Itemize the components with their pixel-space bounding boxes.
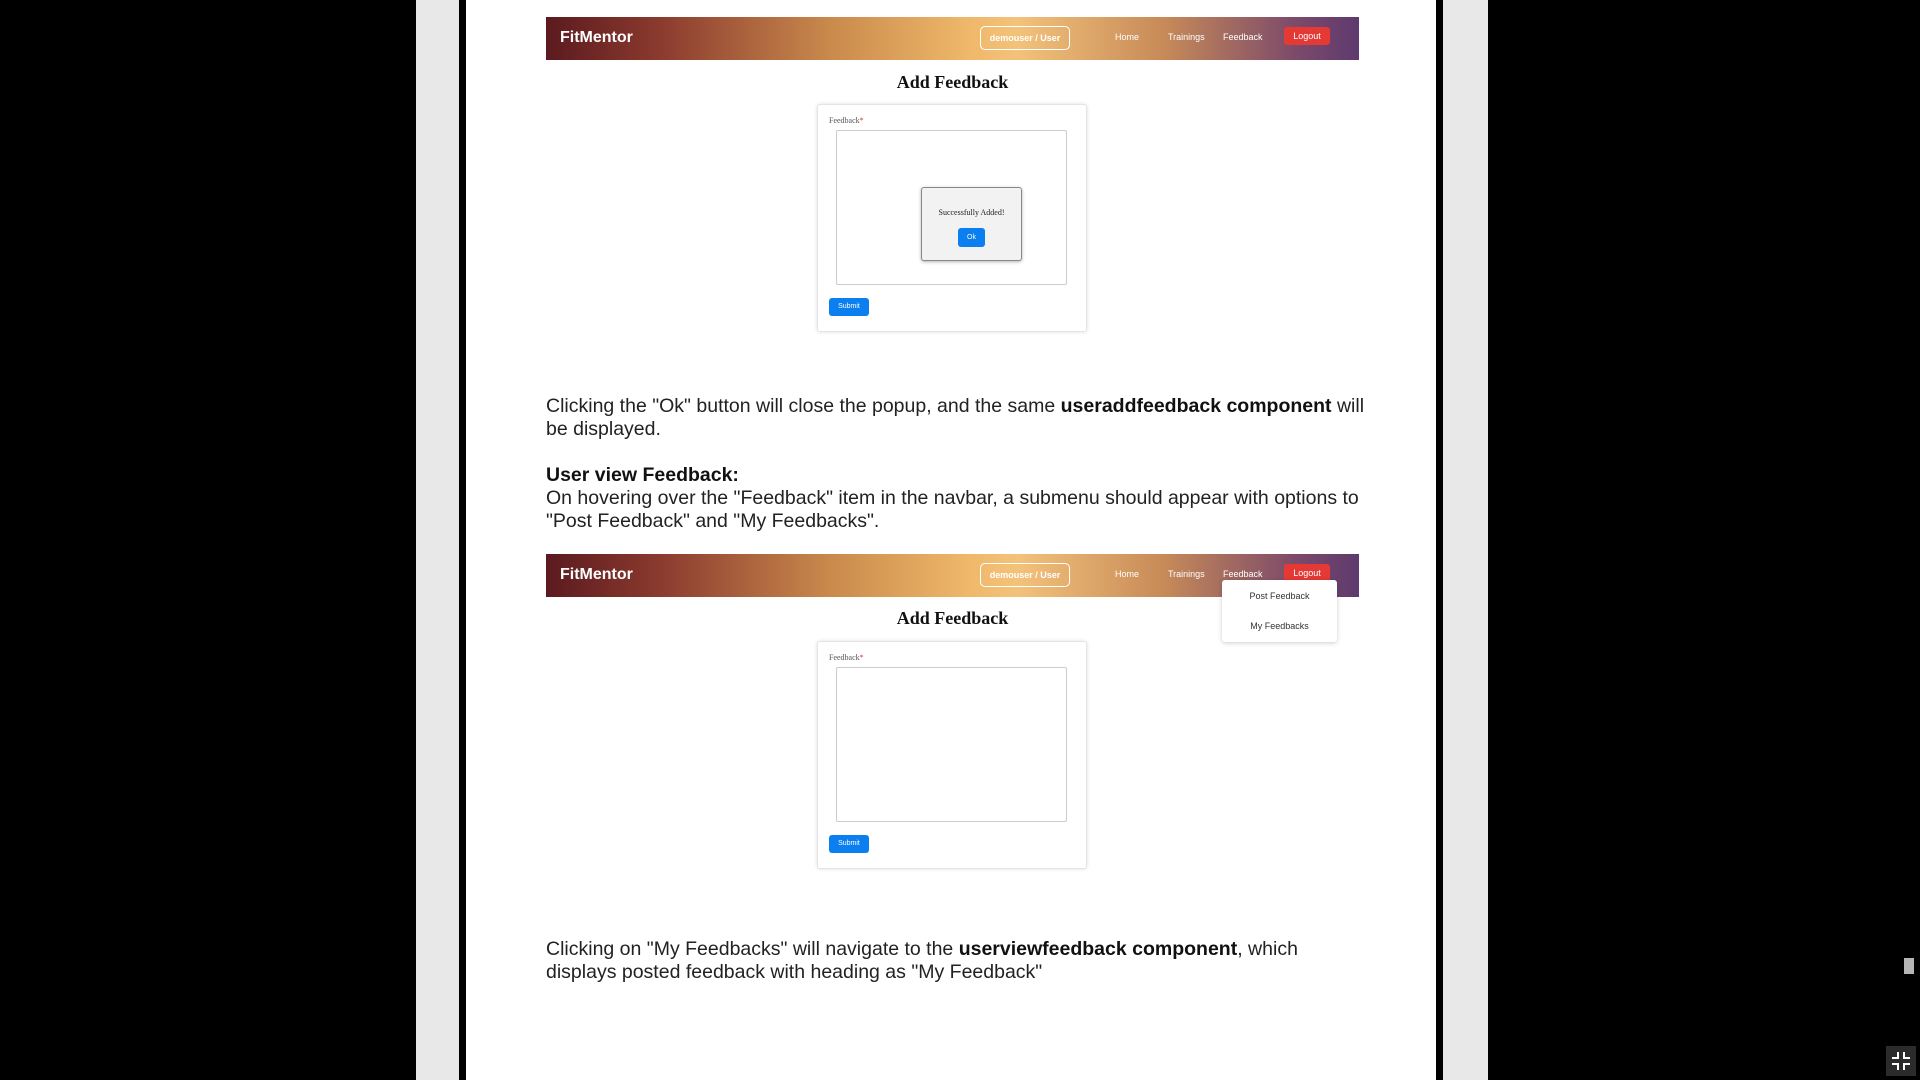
nav-feedback: Feedback — [1223, 569, 1263, 579]
success-popup: Successfully Added! Ok — [921, 187, 1022, 261]
submit-button: Submit — [829, 298, 869, 316]
feedback-label: Feedback* — [829, 653, 864, 662]
nav-trainings: Trainings — [1168, 32, 1205, 42]
logout-button: Logout — [1284, 27, 1330, 45]
paragraph-ok-button: Clicking the "Ok" button will close the … — [546, 395, 1365, 440]
feedback-form-card: Feedback* Submit — [817, 641, 1087, 869]
feedback-textarea — [836, 667, 1067, 822]
feedback-textarea: Successfully Added! Ok — [836, 130, 1067, 285]
submit-button: Submit — [829, 835, 869, 853]
brand-logo: FitMentor — [560, 566, 633, 583]
nav-home: Home — [1115, 32, 1140, 42]
page-border-left — [459, 0, 466, 1080]
brand-logo: FitMentor — [560, 29, 633, 46]
user-button: demouser / User — [980, 26, 1070, 50]
exit-fullscreen-icon — [1892, 1052, 1910, 1070]
exit-fullscreen-button[interactable] — [1886, 1046, 1916, 1076]
page-inner-gap — [466, 0, 469, 1080]
nav-home: Home — [1115, 569, 1140, 579]
scrollbar-thumb[interactable] — [1904, 958, 1914, 974]
nav-trainings: Trainings — [1168, 569, 1205, 579]
screenshot-add-feedback-popup: FitMentor demouser / User Home Trainings… — [546, 17, 1359, 372]
section-user-view-feedback: User view Feedback: On hovering over the… — [546, 464, 1366, 533]
feedback-label: Feedback* — [829, 116, 864, 125]
submenu-my-feedbacks: My Feedbacks — [1250, 621, 1309, 631]
screenshot-feedback-submenu: FitMentor demouser / User Home Trainings… — [546, 554, 1359, 874]
section-text: On hovering over the "Feedback" item in … — [546, 487, 1359, 532]
page-title: Add Feedback — [896, 72, 1009, 92]
user-button: demouser / User — [980, 563, 1070, 587]
page-border-right — [1436, 0, 1443, 1080]
feedback-form-card: Feedback* Successfully Added! Ok Submit — [817, 104, 1087, 332]
feedback-submenu: Post Feedback My Feedbacks — [1222, 580, 1337, 642]
nav-feedback: Feedback — [1223, 32, 1263, 42]
popup-message: Successfully Added! — [938, 208, 1005, 217]
section-heading: User view Feedback: — [546, 464, 739, 486]
navbar: FitMentor demouser / User Home Trainings… — [546, 17, 1359, 60]
paragraph-my-feedbacks: Clicking on "My Feedbacks" will navigate… — [546, 938, 1298, 983]
popup-ok-button: Ok — [958, 228, 985, 247]
submenu-post-feedback: Post Feedback — [1249, 591, 1310, 601]
